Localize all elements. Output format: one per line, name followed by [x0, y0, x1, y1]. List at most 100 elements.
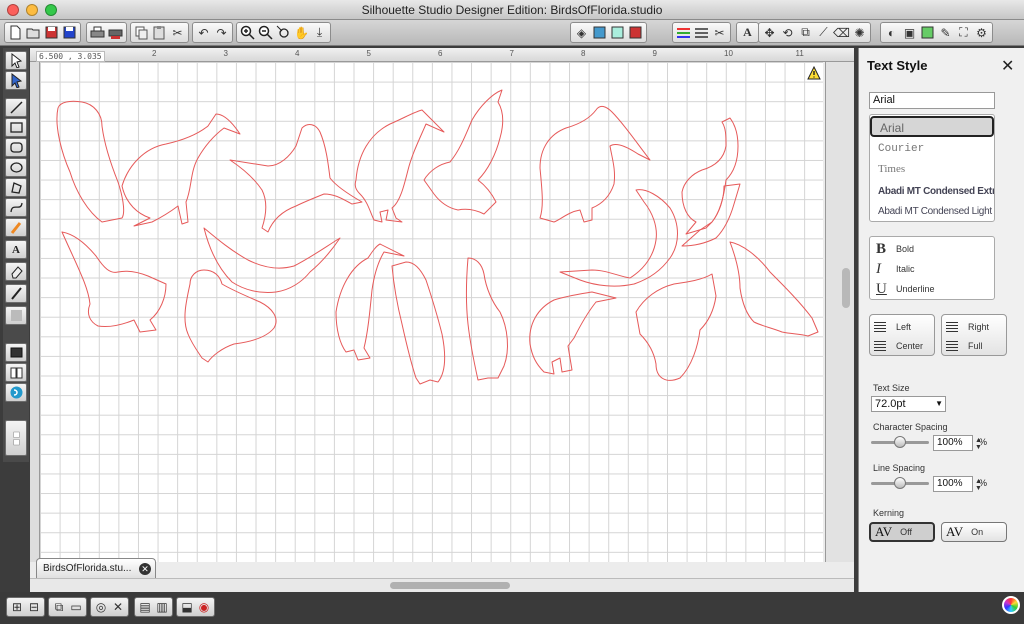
bold-option[interactable]: B Bold — [876, 239, 914, 259]
rotate-icon[interactable]: ⟲ — [779, 24, 796, 41]
delete-icon[interactable]: ✕ — [110, 599, 126, 615]
color-wheel-icon[interactable] — [1002, 596, 1020, 614]
cutting-canvas[interactable] — [40, 62, 823, 562]
italic-option[interactable]: I Italic — [876, 259, 915, 279]
cutting-mat-tool[interactable] — [5, 343, 27, 362]
close-window-button[interactable] — [7, 4, 19, 16]
document-tab[interactable]: BirdsOfFlorida.stu... ✕ — [36, 558, 156, 578]
underline-option[interactable]: U Underline — [876, 279, 935, 299]
group-icon[interactable]: ⊞ — [9, 599, 25, 615]
redo-icon[interactable]: ↷ — [213, 24, 230, 41]
undo-icon[interactable]: ↶ — [195, 24, 212, 41]
align-center-button[interactable]: Center — [874, 337, 923, 355]
curve-tool[interactable] — [5, 198, 27, 217]
ruler-tick-label: 6 — [438, 49, 443, 58]
panel-close-icon[interactable]: ✕ — [1001, 56, 1014, 76]
font-item-times[interactable]: Times — [870, 159, 994, 180]
polygon-tool[interactable] — [5, 178, 27, 197]
fit-to-page-icon[interactable]: ⤓ — [311, 24, 328, 41]
freehand-tool[interactable] — [5, 218, 27, 237]
text-tool[interactable]: A — [5, 240, 27, 259]
knife-tool[interactable] — [5, 284, 27, 303]
minimize-window-button[interactable] — [26, 4, 38, 16]
font-list[interactable]: Arial Courier Times Abadi MT Condensed E… — [869, 114, 995, 222]
horizontal-scrollbar[interactable] — [390, 582, 510, 589]
release-compound-path-icon[interactable]: ▭ — [68, 599, 84, 615]
kerning-off-button[interactable]: AV Off — [869, 522, 935, 542]
font-item-arial[interactable]: Arial — [870, 116, 994, 137]
zoom-out-icon[interactable] — [257, 24, 274, 41]
character-spacing-knob[interactable] — [894, 436, 906, 448]
fill-color-icon[interactable]: ◈ — [573, 24, 590, 41]
paste-icon[interactable] — [151, 24, 168, 41]
ellipse-tool[interactable] — [5, 158, 27, 177]
pan-hand-icon[interactable]: ✋ — [293, 24, 310, 41]
line-tool[interactable] — [5, 98, 27, 117]
cut-scissors-icon[interactable]: ✂ — [169, 24, 186, 41]
vertical-scrollbar[interactable] — [842, 268, 850, 308]
line-spacing-input[interactable]: 100% — [933, 476, 973, 492]
align-full-button[interactable]: Full — [946, 337, 983, 355]
copy-icon[interactable] — [133, 24, 150, 41]
select-arrow-tool[interactable] — [5, 51, 27, 70]
print-icon[interactable] — [89, 24, 106, 41]
weld-toolbar: ◎ ✕ — [90, 597, 129, 617]
bring-to-front-icon[interactable]: ▤ — [137, 599, 153, 615]
send-to-back-icon[interactable]: ▥ — [154, 599, 170, 615]
character-spacing-input[interactable]: 100% — [933, 435, 973, 451]
transform-icon[interactable]: ✥ — [761, 24, 778, 41]
target-icon[interactable]: ◉ — [196, 599, 212, 615]
eraser-panel-icon[interactable]: ⌫ — [833, 24, 850, 41]
split-view-tool[interactable] — [5, 420, 27, 456]
registration-icon[interactable] — [919, 24, 936, 41]
align-left-button[interactable]: Left — [874, 318, 911, 336]
replicate-icon[interactable]: ⧉ — [797, 24, 814, 41]
line-color-icon[interactable] — [675, 24, 692, 41]
align-right-button[interactable]: Right — [946, 318, 989, 336]
ungroup-icon[interactable]: ⊟ — [26, 599, 42, 615]
eraser-tool[interactable] — [5, 262, 27, 281]
font-item-courier[interactable]: Courier — [870, 139, 994, 160]
send-to-cutter-icon[interactable] — [107, 24, 124, 41]
online-store-icon[interactable] — [5, 383, 27, 402]
font-item-abadi-extra[interactable]: Abadi MT Condensed Extra — [870, 181, 994, 202]
font-item-abadi-light[interactable]: Abadi MT Condensed Light — [870, 201, 994, 221]
save-to-library-icon[interactable] — [61, 24, 78, 41]
library-book-tool[interactable] — [5, 363, 27, 382]
preferences-gear-icon[interactable]: ⚙ — [973, 24, 990, 41]
rounded-rectangle-tool[interactable] — [5, 138, 27, 157]
font-search-input[interactable]: Arial — [869, 92, 995, 109]
kerning-on-button[interactable]: AV On — [941, 522, 1007, 542]
text-size-select[interactable]: 72.0pt ▼ — [871, 396, 946, 412]
text-style-icon[interactable]: A — [739, 24, 756, 41]
new-document-icon[interactable] — [7, 24, 24, 41]
knife-icon[interactable]: ⟋ — [815, 24, 832, 41]
line-spacing-slider[interactable] — [871, 477, 929, 489]
zoom-select-icon[interactable] — [275, 24, 292, 41]
line-spacing-knob[interactable] — [894, 477, 906, 489]
trace-tool[interactable] — [5, 306, 27, 325]
fullscreen-icon[interactable]: ⛶ — [955, 24, 972, 41]
fill-panel-icon[interactable] — [627, 24, 644, 41]
trace-icon[interactable]: ✺ — [851, 24, 868, 41]
sketch-pen-icon[interactable]: ✎ — [937, 24, 954, 41]
fill-gradient-icon[interactable] — [591, 24, 608, 41]
open-folder-icon[interactable] — [25, 24, 42, 41]
weld-icon[interactable]: ◎ — [93, 599, 109, 615]
zoom-window-button[interactable] — [45, 4, 57, 16]
line-style-icon[interactable] — [693, 24, 710, 41]
page-setup-icon[interactable]: ▣ — [901, 24, 918, 41]
rectangle-tool[interactable] — [5, 118, 27, 137]
point-edit-tool[interactable] — [5, 71, 27, 90]
character-spacing-slider[interactable] — [871, 436, 929, 448]
library-icon[interactable]: ◐ — [883, 24, 900, 41]
cut-style-icon[interactable]: ✂ — [711, 24, 728, 41]
zoom-in-icon[interactable] — [239, 24, 256, 41]
warning-icon[interactable] — [807, 65, 821, 80]
shape-icon[interactable]: ⬓ — [179, 599, 195, 615]
make-compound-path-icon[interactable]: ⧉ — [51, 599, 67, 615]
fill-pattern-icon[interactable] — [609, 24, 626, 41]
close-tab-icon[interactable]: ✕ — [139, 563, 151, 575]
save-icon[interactable] — [43, 24, 60, 41]
main-toolbar: ✂ ↶ ↷ ✋ ⤓ ◈ ✂ A ✥ ⟲ ⧉ ⟋ ⌫ ✺ ◐ ▣ ✎ ⛶ ⚙ — [0, 20, 1024, 46]
